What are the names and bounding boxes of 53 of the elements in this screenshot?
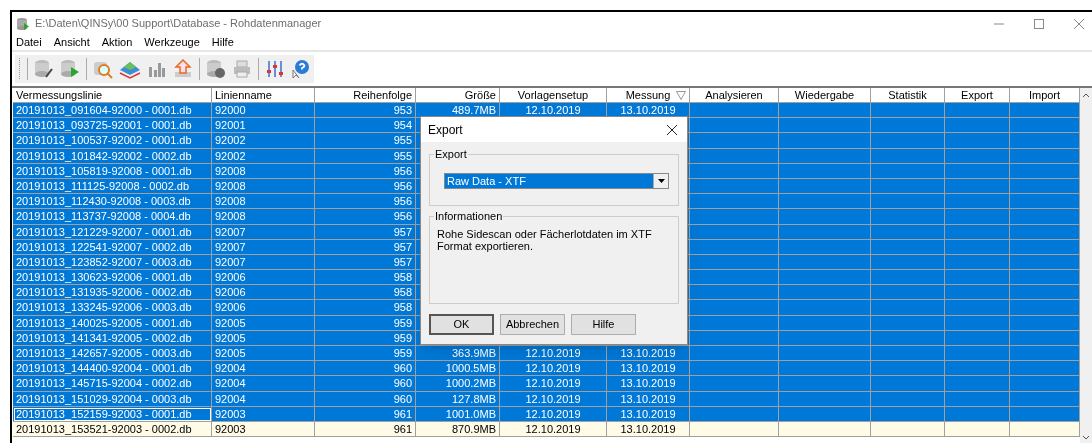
- table-cell: 92002: [212, 148, 315, 164]
- table-cell: 92005: [212, 315, 315, 331]
- table-cell: 961: [315, 421, 416, 438]
- table-cell: 20191013_153521-92003 - 0002.db: [13, 421, 212, 438]
- table-cell: 960: [315, 391, 416, 407]
- table-cell: 955: [315, 148, 416, 164]
- table-cell: 959: [315, 315, 416, 331]
- group-label: Informationen: [434, 209, 504, 223]
- table-cell: 92008: [212, 209, 315, 225]
- table-cell: 20191013_151029-92004 - 0003.db: [13, 391, 212, 407]
- table-cell: 20191013_133245-92006 - 0003.db: [13, 300, 212, 316]
- table-cell: 92003: [212, 406, 315, 422]
- table-cell: 1001.0MB: [416, 406, 500, 422]
- table-cell: 92004: [212, 376, 315, 392]
- table-cell: 20191013_152159-92003 - 0001.db: [13, 406, 212, 422]
- info-text: Rohe Sidescan oder Fächerlotdaten im XTF Format exportieren.: [437, 228, 653, 252]
- table-cell: 13.10.2019: [607, 421, 690, 438]
- table-cell: 20191013_105819-92008 - 0001.db: [13, 163, 212, 179]
- table-cell: 12.10.2019: [500, 376, 607, 392]
- table-cell: 956: [315, 163, 416, 179]
- table-cell: 13.10.2019: [607, 391, 690, 407]
- group-label: Export: [434, 147, 468, 161]
- table-cell: 20191013_101842-92002 - 0002.db: [13, 148, 212, 164]
- table-cell: 92007: [212, 239, 315, 255]
- table-cell: 961: [315, 406, 416, 422]
- table-cell: 12.10.2019: [500, 391, 607, 407]
- table-cell: 20191013_121229-92007 - 0001.db: [13, 224, 212, 240]
- table-cell: 956: [315, 209, 416, 225]
- table-cell: 92006: [212, 300, 315, 316]
- table-cell: 12.10.2019: [500, 421, 607, 438]
- table-cell: 955: [315, 133, 416, 149]
- table-cell: 20191013_140025-92005 - 0001.db: [13, 315, 212, 331]
- table-cell: 20191013_122541-92007 - 0002.db: [13, 239, 212, 255]
- table-cell: 960: [315, 376, 416, 392]
- table-cell: 13.10.2019: [607, 376, 690, 392]
- table-cell: 870.9MB: [416, 421, 500, 438]
- table-cell: 92007: [212, 224, 315, 240]
- table-cell: 20191013_145715-92004 - 0002.db: [13, 376, 212, 392]
- table-cell: 958: [315, 300, 416, 316]
- table-cell: 12.10.2019: [500, 406, 607, 422]
- table-cell: 127.8MB: [416, 391, 500, 407]
- table-cell: 92002: [212, 133, 315, 149]
- table-cell: 957: [315, 224, 416, 240]
- dialog-title: Export: [428, 121, 463, 139]
- table-cell: 957: [315, 239, 416, 255]
- table-cell: 92008: [212, 163, 315, 179]
- table-cell: 1000.2MB: [416, 376, 500, 392]
- table-cell: 13.10.2019: [607, 406, 690, 422]
- table-cell: 20191013_100537-92002 - 0001.db: [13, 133, 212, 149]
- table-cell: 92003: [212, 421, 315, 438]
- window-title: E:\Daten\QINSy\00 Support\Database - Rohdatenmanager: [35, 16, 322, 32]
- table-cell: 20191013_113737-92008 - 0004.db: [13, 209, 212, 225]
- table-cell: 92004: [212, 391, 315, 407]
